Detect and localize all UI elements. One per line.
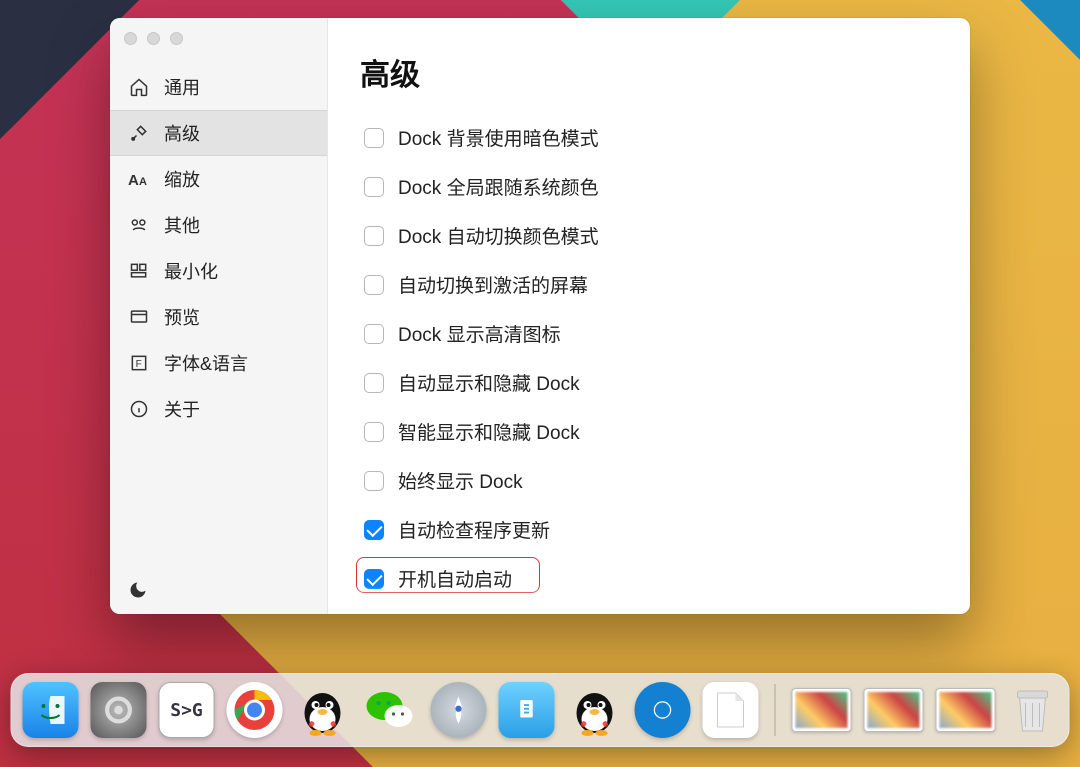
option-label: 自动显示和隐藏 Dock xyxy=(398,369,580,396)
dock-trash[interactable] xyxy=(1008,682,1058,738)
home-icon xyxy=(128,76,150,98)
checkbox[interactable] xyxy=(364,177,384,197)
sidebar-item-label: 高级 xyxy=(164,120,200,146)
options-list: Dock 背景使用暗色模式 Dock 全局跟随系统颜色 Dock 自动切换颜色模式自… xyxy=(360,124,950,592)
window-controls xyxy=(110,18,327,58)
sidebar-item-label: 字体&语言 xyxy=(164,350,248,376)
option-label: Dock 显示高清图标 xyxy=(398,320,561,347)
dock-minimized-window[interactable] xyxy=(792,688,852,732)
checkbox[interactable] xyxy=(364,373,384,393)
sidebar-item-minimize[interactable]: 最小化 xyxy=(110,248,327,294)
misc-icon xyxy=(128,214,150,236)
sidebar-item-tools[interactable]: 高级 xyxy=(110,110,327,156)
dock-app-launchpad[interactable] xyxy=(431,682,487,738)
option-label: 始终显示 Dock xyxy=(398,467,523,494)
option-row: Dock 显示高清图标 xyxy=(364,320,950,347)
dock-app-qq[interactable] xyxy=(295,682,351,738)
option-row: Dock 全局跟随系统颜色 xyxy=(364,173,950,200)
sidebar-item-label: 最小化 xyxy=(164,258,218,284)
tools-icon xyxy=(128,122,150,144)
dock-minimized-window[interactable] xyxy=(864,688,924,732)
checkbox[interactable] xyxy=(364,324,384,344)
dock-app-folder[interactable] xyxy=(499,682,555,738)
option-row: 自动检查程序更新 xyxy=(364,516,950,543)
window-close-button[interactable] xyxy=(124,32,137,45)
option-label: 自动切换到激活的屏幕 xyxy=(398,271,588,298)
dock-app-settings[interactable] xyxy=(91,682,147,738)
dock-minimized-window[interactable] xyxy=(936,688,996,732)
dock-app-document[interactable] xyxy=(703,682,759,738)
info-icon xyxy=(128,398,150,420)
checkbox[interactable] xyxy=(364,422,384,442)
dark-mode-icon[interactable] xyxy=(128,580,148,600)
svg-text:F: F xyxy=(136,359,142,370)
sidebar-item-home[interactable]: 通用 xyxy=(110,64,327,110)
sidebar-item-label: 通用 xyxy=(164,74,200,100)
option-row: 自动切换到激活的屏幕 xyxy=(364,271,950,298)
sidebar-item-label: 缩放 xyxy=(164,166,200,192)
dock-app-qq[interactable] xyxy=(567,682,623,738)
window-minimize-button[interactable] xyxy=(147,32,160,45)
font-icon: F xyxy=(128,352,150,374)
preview-icon xyxy=(128,306,150,328)
checkbox[interactable] xyxy=(364,226,384,246)
option-row: 始终显示 Dock xyxy=(364,467,950,494)
sidebar-item-text-size[interactable]: AA 缩放 xyxy=(110,156,327,202)
dock-app-wechat[interactable] xyxy=(363,682,419,738)
option-label: Dock 自动切换颜色模式 xyxy=(398,222,599,249)
dock-app-chrome[interactable] xyxy=(227,682,283,738)
page-title: 高级 xyxy=(360,50,950,94)
option-label: 自动检查程序更新 xyxy=(398,516,550,543)
dock-app-finder[interactable] xyxy=(23,682,79,738)
dock-app-app[interactable] xyxy=(635,682,691,738)
content-pane: 高级 Dock 背景使用暗色模式 Dock 全局跟随系统颜色 Dock 自动切换颜色… xyxy=(328,18,970,614)
sidebar-item-font[interactable]: F 字体&语言 xyxy=(110,340,327,386)
sidebar-item-info[interactable]: 关于 xyxy=(110,386,327,432)
checkbox[interactable] xyxy=(364,128,384,148)
sidebar-item-misc[interactable]: 其他 xyxy=(110,202,327,248)
dock: S>G xyxy=(11,673,1070,747)
checkbox[interactable] xyxy=(364,520,384,540)
option-label: Dock 全局跟随系统颜色 xyxy=(398,173,599,200)
sidebar-item-label: 预览 xyxy=(164,304,200,330)
settings-window: 通用高级AA缩放其他最小化预览F字体&语言关于 高级 Dock 背景使用暗色模式… xyxy=(110,18,970,614)
window-zoom-button[interactable] xyxy=(170,32,183,45)
checkbox[interactable] xyxy=(364,275,384,295)
sidebar-item-label: 其他 xyxy=(164,212,200,238)
option-row: Dock 背景使用暗色模式 xyxy=(364,124,950,151)
sidebar: 通用高级 AA 缩放其他最小化预览 F 字体&语言关于 xyxy=(110,18,328,614)
svg-text:A: A xyxy=(128,172,139,189)
dock-app-s2g[interactable]: S>G xyxy=(159,682,215,738)
svg-text:A: A xyxy=(139,176,147,188)
minimize-icon xyxy=(128,260,150,282)
sidebar-nav: 通用高级 AA 缩放其他最小化预览 F 字体&语言关于 xyxy=(110,58,327,432)
text-size-icon: AA xyxy=(128,168,150,190)
option-row: Dock 自动切换颜色模式 xyxy=(364,222,950,249)
option-row: 智能显示和隐藏 Dock xyxy=(364,418,950,445)
checkbox[interactable] xyxy=(364,471,384,491)
sidebar-item-preview[interactable]: 预览 xyxy=(110,294,327,340)
sidebar-item-label: 关于 xyxy=(164,396,200,422)
option-label: Dock 背景使用暗色模式 xyxy=(398,124,599,151)
dock-separator xyxy=(775,684,776,736)
option-label: 智能显示和隐藏 Dock xyxy=(398,418,580,445)
sidebar-footer xyxy=(110,566,327,614)
option-row: 自动显示和隐藏 Dock xyxy=(364,369,950,396)
